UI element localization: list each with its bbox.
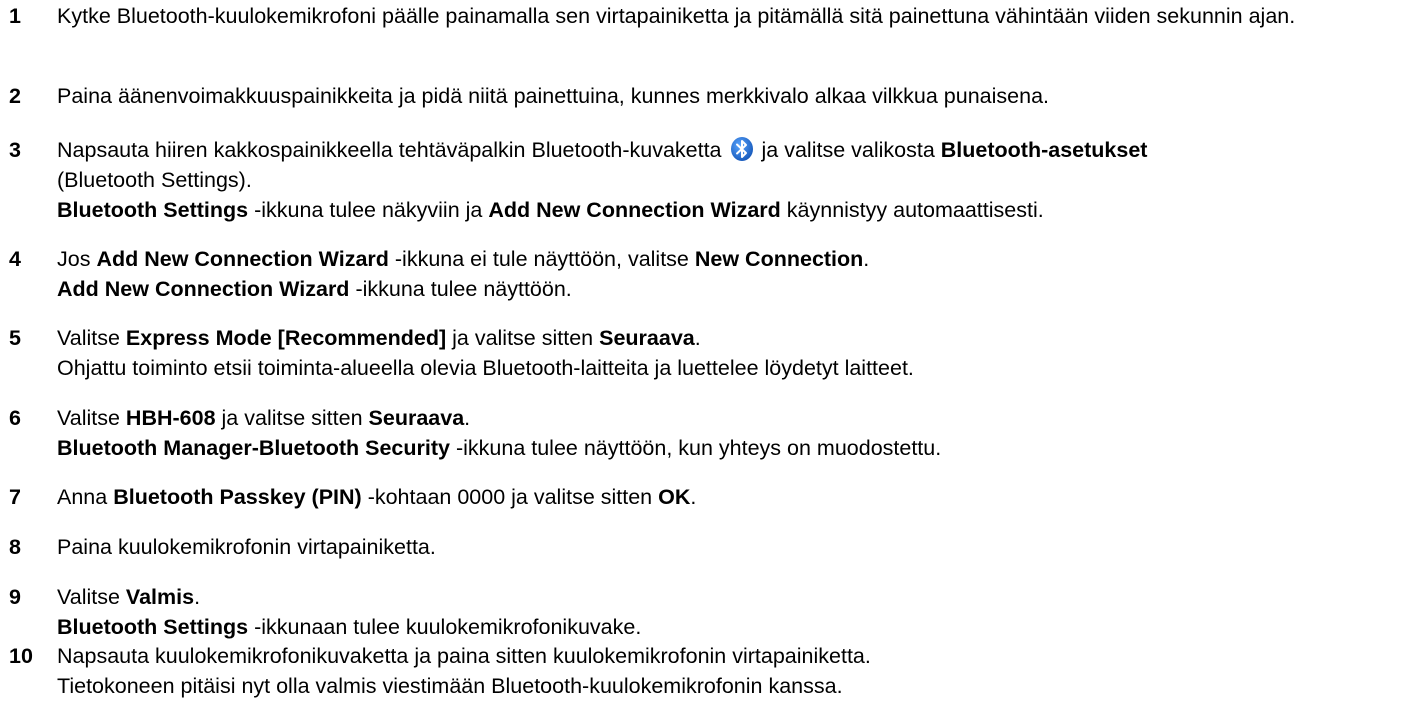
step-9-bold-bluetooth-settings: Bluetooth Settings — [57, 615, 249, 639]
step-text: Valitse Express Mode [Recommended] ja va… — [57, 323, 1411, 383]
step-6-line-2: Bluetooth Manager-Bluetooth Security -ik… — [57, 433, 1411, 463]
step-6-text-c: -ikkuna tulee näyttöön, kun yhteys on mu… — [455, 436, 942, 460]
step-text: Valitse HBH-608 ja valitse sitten Seuraa… — [57, 403, 1411, 463]
step-5-text-a: Valitse — [57, 326, 120, 350]
step-3-text-a: Napsauta hiiren kakkospainikkeella tehtä… — [57, 138, 722, 162]
step-3-text-c: -ikkuna tulee näkyviin ja — [254, 198, 483, 222]
step-6-bold-seuraava: Seuraava — [368, 406, 465, 430]
step-3-text-d: käynnistyy automaattisesti. — [786, 198, 1044, 222]
step-10-line-2: Tietokoneen pitäisi nyt olla valmis vies… — [57, 674, 843, 698]
step-3-line-1: Napsauta hiiren kakkospainikkeella tehtä… — [57, 135, 1411, 165]
step-5-bold-seuraava: Seuraava — [599, 326, 695, 350]
step-7-period: . — [690, 485, 697, 509]
step-4-text-b: -ikkuna ei tule näyttöön, valitse — [394, 247, 689, 271]
step-4-bold-wizard-2: Add New Connection Wizard — [57, 277, 350, 301]
step-6-bold-security: Bluetooth Manager-Bluetooth Security — [57, 436, 450, 460]
step-text: Jos Add New Connection Wizard -ikkuna ei… — [57, 244, 1411, 304]
step-number: 3 — [9, 138, 21, 162]
step-9-period: . — [194, 585, 201, 609]
step-4-line-1: Jos Add New Connection Wizard -ikkuna ei… — [57, 244, 1411, 274]
step-number: 1 — [9, 4, 21, 28]
step-text: Kytke Bluetooth-kuulokemikrofoni päälle … — [57, 1, 1411, 31]
step-8-text: Paina kuulokemikrofonin virtapainiketta. — [57, 535, 436, 559]
step-3-line-2: (Bluetooth Settings). — [57, 168, 252, 192]
step-3-text-b: ja valitse valikosta — [761, 138, 935, 162]
step-9-text-a: Valitse — [57, 585, 120, 609]
step-number: 9 — [9, 585, 21, 609]
step-6-text-b: ja valitse sitten — [221, 406, 363, 430]
step-4-text-a: Jos — [57, 247, 91, 271]
step-5-text-b: ja valitse sitten — [452, 326, 594, 350]
step-9-text-b: -ikkunaan tulee kuulokemikrofonikuvake. — [254, 615, 642, 639]
step-9-line-2: Bluetooth Settings -ikkunaan tulee kuulo… — [57, 612, 1411, 642]
step-6-bold-hbh-608: HBH-608 — [125, 406, 216, 430]
step-1-text: Kytke Bluetooth-kuulokemikrofoni päälle … — [57, 4, 1296, 28]
step-text: Valitse Valmis. Bluetooth Settings -ikku… — [57, 582, 1411, 642]
step-3-line-3: Bluetooth Settings -ikkuna tulee näkyvii… — [57, 195, 1411, 225]
step-5-bold-express-mode: Express Mode [Recommended] — [125, 326, 447, 350]
step-3-bold-bluetooth-settings: Bluetooth Settings — [57, 198, 249, 222]
step-number: 6 — [9, 406, 21, 430]
step-6-line-1: Valitse HBH-608 ja valitse sitten Seuraa… — [57, 403, 1411, 433]
step-7-text-b: -kohtaan 0000 ja valitse sitten — [367, 485, 653, 509]
step-number: 5 — [9, 326, 21, 350]
step-number: 2 — [9, 84, 21, 108]
step-4-line-2: Add New Connection Wizard -ikkuna tulee … — [57, 274, 1411, 304]
step-6-period: . — [464, 406, 471, 430]
step-3-bold-wizard: Add New Connection Wizard — [488, 198, 781, 222]
step-10-line-1: Napsauta kuulokemikrofonikuvaketta ja pa… — [57, 644, 871, 668]
step-7-text-a: Anna — [57, 485, 108, 509]
step-2-text: Paina äänenvoimakkuuspainikkeita ja pidä… — [57, 84, 1050, 108]
step-text: Paina äänenvoimakkuuspainikkeita ja pidä… — [57, 81, 1411, 111]
step-text: Napsauta kuulokemikrofonikuvaketta ja pa… — [57, 641, 1411, 701]
step-9-line-1: Valitse Valmis. — [57, 582, 1411, 612]
step-text: Paina kuulokemikrofonin virtapainiketta. — [57, 532, 1411, 562]
bluetooth-icon — [730, 136, 754, 162]
step-number: 4 — [9, 247, 21, 271]
step-text: Napsauta hiiren kakkospainikkeella tehtä… — [57, 135, 1411, 225]
step-6-text-a: Valitse — [57, 406, 120, 430]
step-9-bold-valmis: Valmis — [125, 585, 195, 609]
step-4-period: . — [863, 247, 870, 271]
step-number: 8 — [9, 535, 21, 559]
step-text: Anna Bluetooth Passkey (PIN) -kohtaan 00… — [57, 482, 1411, 512]
step-number: 10 — [9, 644, 33, 668]
step-5-line-1: Valitse Express Mode [Recommended] ja va… — [57, 323, 1411, 353]
step-4-bold-new-connection: New Connection — [694, 247, 864, 271]
step-4-bold-wizard: Add New Connection Wizard — [96, 247, 389, 271]
step-7-bold-passkey: Bluetooth Passkey (PIN) — [113, 485, 362, 509]
step-5-period: . — [694, 326, 701, 350]
step-number: 7 — [9, 485, 21, 509]
step-5-line-2: Ohjattu toiminto etsii toiminta-alueella… — [57, 356, 914, 380]
step-7-line-1: Anna Bluetooth Passkey (PIN) -kohtaan 00… — [57, 482, 1411, 512]
step-7-bold-ok: OK — [658, 485, 691, 509]
step-3-bold-bluetooth-asetukset: Bluetooth-asetukset — [940, 138, 1148, 162]
step-4-text-c: -ikkuna tulee näyttöön. — [355, 277, 572, 301]
